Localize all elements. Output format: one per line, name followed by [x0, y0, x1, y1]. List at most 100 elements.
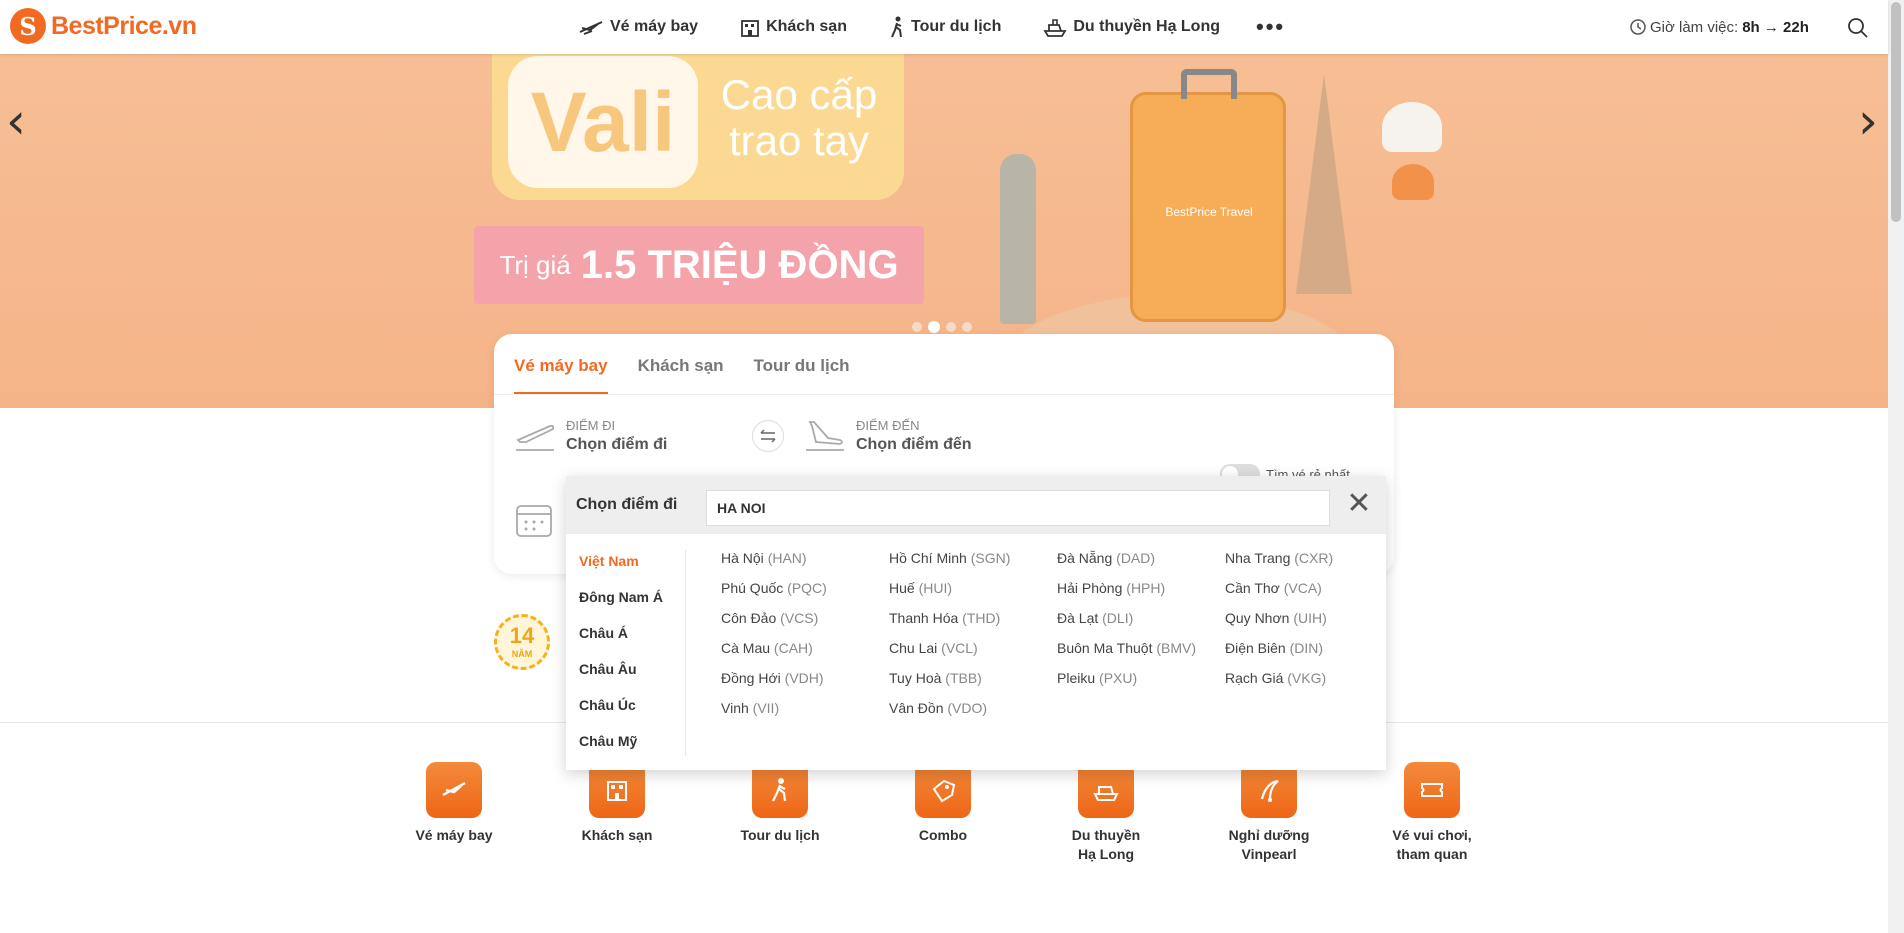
- suitcase-brand: BestPrice Travel: [1165, 205, 1253, 219]
- region-asia[interactable]: Châu Á: [566, 622, 685, 658]
- origin-dropdown: Chọn điểm đi ✕ Việt Nam Đông Nam Á Châu …: [566, 476, 1386, 770]
- services-row: Vé máy bay Khách sạn Tour du lịch Combo Du t…: [0, 762, 1888, 872]
- suitcase-illustration: BestPrice Travel: [1130, 69, 1286, 322]
- city-option[interactable]: Cà Mau (CAH): [721, 640, 889, 670]
- dropdown-header: Chọn điểm đi ✕: [566, 476, 1386, 534]
- airport-code: (HPH): [1126, 580, 1166, 596]
- city-option[interactable]: Nha Trang (CXR): [1225, 550, 1393, 580]
- city-option[interactable]: Chu Lai (VCL): [889, 640, 1057, 670]
- city-option[interactable]: Phú Quốc (PQC): [721, 580, 889, 610]
- balloon-illustration: [1382, 102, 1442, 152]
- logo-text: BestPrice.vn: [51, 11, 197, 40]
- service-label: Nghỉ dưỡng Vinpearl: [1228, 827, 1310, 862]
- search-icon[interactable]: [1846, 16, 1870, 40]
- takeoff-icon: [516, 424, 555, 451]
- city-option[interactable]: Tuy Hoà (TBB): [889, 670, 1057, 700]
- city-name: Thanh Hóa: [889, 610, 959, 626]
- city-option[interactable]: Vân Đồn (VDO): [889, 700, 1057, 730]
- hotel-icon: [589, 762, 645, 818]
- city-option[interactable]: Điện Biên (DIN): [1225, 640, 1393, 670]
- city-option[interactable]: Đồng Hới (VDH): [721, 670, 889, 700]
- airport-code: (VKG): [1287, 670, 1327, 686]
- swap-icon[interactable]: [752, 420, 784, 452]
- carousel-dot[interactable]: [962, 322, 972, 332]
- svc-tours[interactable]: Tour du lịch: [720, 762, 840, 845]
- region-southeast-asia[interactable]: Đông Nam Á: [566, 586, 685, 622]
- to-label: ĐIỂM ĐẾN: [856, 418, 920, 433]
- region-america[interactable]: Châu Mỹ: [566, 730, 685, 766]
- origin-search-input[interactable]: [706, 490, 1330, 526]
- city-option[interactable]: Buôn Ma Thuột (BMV): [1057, 640, 1225, 670]
- more-menu-icon[interactable]: •••: [1256, 14, 1285, 40]
- award-years: 14: [509, 623, 535, 648]
- cruise-icon: [1043, 19, 1067, 37]
- carousel-dots: [912, 321, 978, 333]
- city-name: Huế: [889, 580, 915, 596]
- region-list: Việt Nam Đông Nam Á Châu Á Châu Âu Châu …: [566, 550, 686, 756]
- award-badge: 14 NĂM: [494, 614, 550, 670]
- svc-hotels[interactable]: Khách sạn: [557, 762, 677, 845]
- city-option[interactable]: Hồ Chí Minh (SGN): [889, 550, 1057, 580]
- from-field[interactable]: ĐIỂM ĐI Chọn điểm đi: [514, 418, 667, 454]
- calendar-icon[interactable]: [514, 500, 554, 540]
- service-label: Tour du lịch: [740, 827, 820, 843]
- city-option[interactable]: Vinh (VII): [721, 700, 889, 730]
- banner-next-icon[interactable]: ›: [1858, 92, 1878, 150]
- nav-item-flights[interactable]: Vé máy bay: [578, 18, 698, 36]
- airport-code: (VCL): [941, 640, 978, 656]
- logo-mark-icon: S: [10, 8, 46, 44]
- service-label: Khách sạn: [581, 827, 653, 843]
- tab-hotels[interactable]: Khách sạn: [638, 356, 724, 395]
- city-option[interactable]: Rạch Giá (VKG): [1225, 670, 1393, 700]
- scrollbar[interactable]: [1888, 0, 1904, 933]
- city-option[interactable]: Cần Thơ (VCA): [1225, 580, 1393, 610]
- tab-flights[interactable]: Vé máy bay: [514, 356, 608, 395]
- carousel-dot[interactable]: [912, 322, 922, 332]
- logo[interactable]: S BestPrice.vn: [10, 8, 197, 44]
- carousel-dot[interactable]: [946, 322, 956, 332]
- walker-icon: [752, 762, 808, 818]
- airport-code: (SGN): [970, 550, 1011, 566]
- airport-code: (VDO): [947, 700, 988, 716]
- city-name: Điện Biên: [1225, 640, 1286, 656]
- svc-cruise[interactable]: Du thuyền Hạ Long: [1046, 762, 1166, 864]
- city-option[interactable]: Quy Nhơn (UIH): [1225, 610, 1393, 640]
- city-option[interactable]: Pleiku (PXU): [1057, 670, 1225, 700]
- region-europe[interactable]: Châu Âu: [566, 658, 685, 694]
- city-option[interactable]: Thanh Hóa (THD): [889, 610, 1057, 640]
- to-field[interactable]: ĐIỂM ĐẾN Chọn điểm đến: [804, 418, 972, 454]
- scrollbar-thumb[interactable]: [1891, 2, 1901, 222]
- city-name: Côn Đảo: [721, 610, 777, 626]
- banner-prev-icon[interactable]: ‹: [6, 92, 26, 150]
- airport-code: (THD): [962, 610, 1001, 626]
- nav-item-cruise[interactable]: Du thuyền Hạ Long: [1043, 17, 1220, 37]
- svc-combo[interactable]: Combo: [883, 762, 1003, 845]
- svc-tickets[interactable]: Vé vui chơi, tham quan: [1372, 762, 1492, 864]
- nav-item-tours[interactable]: Tour du lịch: [889, 16, 1001, 38]
- hotel-icon: [741, 20, 759, 37]
- tab-tours[interactable]: Tour du lịch: [754, 356, 850, 395]
- city-option[interactable]: Hải Phòng (HPH): [1057, 580, 1225, 610]
- landing-icon: [806, 421, 844, 451]
- city-option[interactable]: Đà Nẵng (DAD): [1057, 550, 1225, 580]
- working-hours: Giờ làm việc: 8h → 22h: [1630, 0, 1809, 54]
- svc-flights[interactable]: Vé máy bay: [394, 762, 514, 845]
- hours-value: 8h → 22h: [1742, 18, 1809, 36]
- airport-code: (PQC): [787, 580, 827, 596]
- city-option[interactable]: Côn Đảo (VCS): [721, 610, 889, 640]
- nav-item-hotels[interactable]: Khách sạn: [740, 17, 847, 37]
- region-vietnam[interactable]: Việt Nam: [566, 550, 685, 586]
- city-option[interactable]: Huế (HUI): [889, 580, 1057, 610]
- city-option[interactable]: Đà Lạt (DLI): [1057, 610, 1225, 640]
- price-value: 1.5 TRIỆU ĐỒNG: [580, 242, 899, 287]
- city-option[interactable]: Hà Nội (HAN): [721, 550, 889, 580]
- city-name: Pleiku: [1057, 670, 1096, 686]
- from-label: ĐIỂM ĐI: [566, 418, 616, 433]
- svc-vinpearl[interactable]: Nghỉ dưỡng Vinpearl: [1209, 762, 1329, 864]
- region-australia[interactable]: Châu Úc: [566, 694, 685, 730]
- carousel-dot-active[interactable]: [928, 321, 940, 333]
- city-name: Hà Nội: [721, 550, 764, 566]
- city-name: Chu Lai: [889, 640, 938, 656]
- search-tabs: Vé máy bay Khách sạn Tour du lịch: [514, 356, 880, 395]
- close-icon[interactable]: ✕: [1344, 489, 1374, 520]
